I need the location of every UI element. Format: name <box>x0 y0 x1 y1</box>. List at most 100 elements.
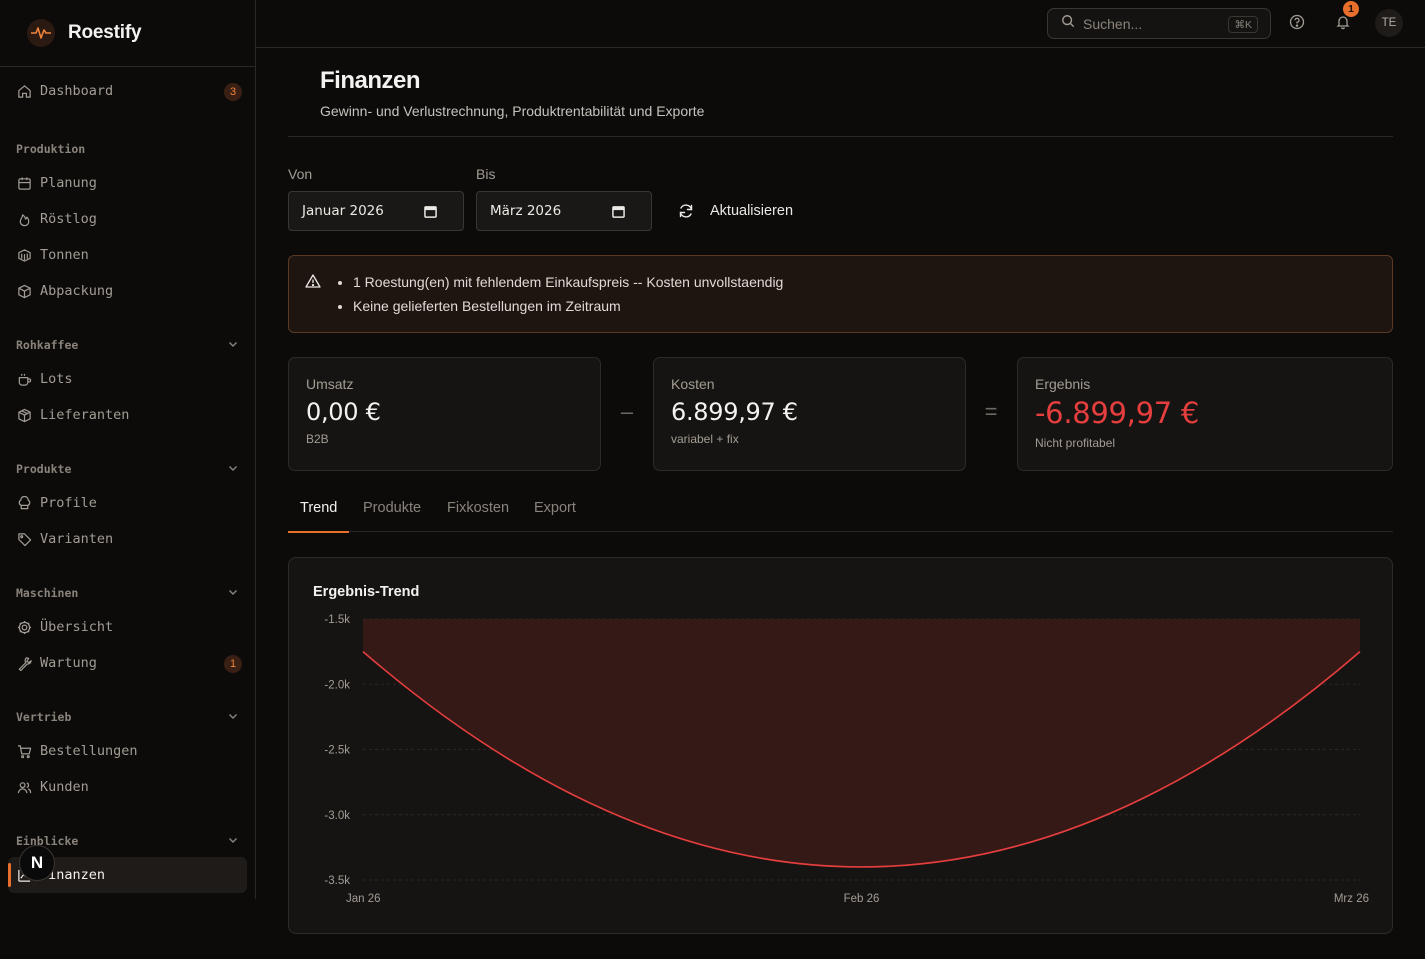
notification-count-badge: 1 <box>1343 1 1359 17</box>
sidebar-item-bestellungen[interactable]: Bestellungen <box>8 733 247 769</box>
page-subtitle: Gewinn- und Verlustrechnung, Produktrent… <box>320 103 705 119</box>
sidebar-item-planung[interactable]: Planung <box>8 165 247 201</box>
result-card: Ergebnis -6.899,97 € Nicht profitabel <box>1017 357 1393 471</box>
sidebar-item-label: Abpackung <box>40 283 114 299</box>
sidebar-item-label: Wartung <box>40 655 97 671</box>
alert-message: Keine gelieferten Bestellungen im Zeitra… <box>353 294 783 318</box>
tab-bar: Trend Produkte Fixkosten Export <box>287 488 1393 533</box>
search-box[interactable]: ⌘K <box>1047 8 1271 39</box>
tab-fixkosten[interactable]: Fixkosten <box>447 500 509 532</box>
trend-chart: -1.5k -2.0k -2.5k -3.0k -3.5k Jan 26 Feb 26 Mrz… <box>324 614 1369 905</box>
sidebar-item-label: Tonnen <box>40 247 89 263</box>
nav-group-title: Produkte <box>16 462 72 476</box>
sidebar-item-dashboard[interactable]: Dashboard 3 <box>8 73 247 109</box>
tag-icon <box>16 531 32 547</box>
flame-icon <box>16 211 32 227</box>
users-icon <box>16 779 32 795</box>
home-icon <box>16 83 32 99</box>
topbar: ⌘K 1 TE <box>256 0 1425 48</box>
tab-trend[interactable]: Trend <box>287 500 350 533</box>
tab-produkte[interactable]: Produkte <box>363 500 421 532</box>
tab-export[interactable]: Export <box>534 500 576 532</box>
refresh-label: Aktualisieren <box>710 203 794 219</box>
sidebar-item-label: Planung <box>40 175 97 191</box>
search-icon <box>1061 14 1075 33</box>
calendar-icon <box>16 175 32 191</box>
sidebar-item-label: Bestellungen <box>40 743 138 759</box>
chef-hat-icon <box>16 495 32 511</box>
to-month-input[interactable]: März 2026 <box>476 191 652 231</box>
sidebar-item-profile[interactable]: Profile <box>8 485 247 521</box>
nav-group-title: Produktion <box>16 142 86 156</box>
alert-message: 1 Roestung(en) mit fehlendem Einkaufspre… <box>353 270 783 294</box>
main-content: Finanzen Gewinn- und Verlustrechnung, Pr… <box>287 48 1393 934</box>
to-month-value: März 2026 <box>490 203 562 219</box>
from-label: Von <box>288 166 313 182</box>
nav-group-rohkaffee[interactable]: Rohkaffee <box>8 329 247 361</box>
result-label: Ergebnis <box>1035 376 1091 392</box>
nav-group-vertrieb[interactable]: Vertrieb <box>8 701 247 733</box>
brand-name: Roestify <box>68 22 142 43</box>
brand[interactable]: Roestify <box>0 0 255 67</box>
nav-group-title: Einblicke <box>16 834 79 848</box>
result-value: -6.899,97 € <box>1035 396 1199 430</box>
sidebar-item-lieferanten[interactable]: Lieferanten <box>8 397 247 433</box>
y-tick-label: -1.5k <box>324 614 350 626</box>
nav-group-title: Rohkaffee <box>16 338 79 352</box>
container-icon <box>16 247 32 263</box>
avatar[interactable]: TE <box>1375 9 1403 37</box>
warning-alert: 1 Roestung(en) mit fehlendem Einkaufspre… <box>288 255 1393 333</box>
x-tick-label: Feb 26 <box>844 893 880 905</box>
x-tick-label: Jan 26 <box>346 893 381 905</box>
refresh-icon <box>678 203 694 219</box>
equals-operator: = <box>984 399 998 424</box>
kpi-cards: Umsatz 0,00 € B2B – Kosten 6.899,97 € va… <box>288 357 1393 471</box>
from-month-input[interactable]: Januar 2026 <box>288 191 464 231</box>
cog-icon <box>16 619 32 635</box>
search-input[interactable] <box>1083 15 1213 32</box>
sidebar-item-varianten[interactable]: Varianten <box>8 521 247 557</box>
sidebar-item-label: Dashboard <box>40 83 114 99</box>
chevron-down-icon <box>227 462 239 477</box>
page-title: Finanzen <box>320 67 421 94</box>
package-icon <box>16 407 32 423</box>
y-tick-label: -3.0k <box>324 810 350 822</box>
result-sub: Nicht profitabel <box>1035 436 1116 450</box>
y-tick-label: -2.0k <box>324 679 350 691</box>
wrench-icon <box>16 655 32 671</box>
nav-group-title: Vertrieb <box>16 710 72 724</box>
sidebar-item-übersicht[interactable]: Übersicht <box>8 609 247 645</box>
sidebar-item-kunden[interactable]: Kunden <box>8 769 247 805</box>
sidebar-item-label: Übersicht <box>40 619 114 635</box>
calendar-icon <box>424 205 437 222</box>
sidebar-item-röstlog[interactable]: Röstlog <box>8 201 247 237</box>
alert-triangle-icon <box>305 273 321 294</box>
calendar-icon <box>612 205 625 222</box>
sidebar-item-abpackung[interactable]: Abpackung <box>8 273 247 309</box>
nav-group-produkte[interactable]: Produkte <box>8 453 247 485</box>
sidebar-item-wartung[interactable]: Wartung 1 <box>8 645 247 681</box>
chevron-down-icon <box>227 834 239 849</box>
refresh-button[interactable]: Aktualisieren <box>678 191 793 231</box>
next-dev-badge[interactable]: N <box>19 845 55 881</box>
sidebar-item-tonnen[interactable]: Tonnen <box>8 237 247 273</box>
app-root: Roestify Dashboard 3 Produktion Planung Rö… <box>0 0 1425 959</box>
alert-list: 1 Roestung(en) mit fehlendem Einkaufspre… <box>353 270 783 318</box>
cart-icon <box>16 743 32 759</box>
notifications-button[interactable]: 1 <box>1332 1 1359 35</box>
nav-group-maschinen[interactable]: Maschinen <box>8 577 247 609</box>
nav-group-title: Maschinen <box>16 586 79 600</box>
x-tick-label: Mrz 26 <box>1334 893 1369 905</box>
sidebar-item-label: Profile <box>40 495 97 511</box>
help-button[interactable] <box>1286 13 1308 35</box>
chevron-down-icon <box>227 586 239 601</box>
sidebar-item-label: Lieferanten <box>40 407 130 423</box>
costs-label: Kosten <box>671 376 715 392</box>
sidebar-item-label: Varianten <box>40 531 114 547</box>
sidebar-item-lots[interactable]: Lots <box>8 361 247 397</box>
trend-chart-card: Ergebnis-Trend -1.5k -2.0k -2.5k -3.0k -3.5k… <box>288 557 1393 934</box>
